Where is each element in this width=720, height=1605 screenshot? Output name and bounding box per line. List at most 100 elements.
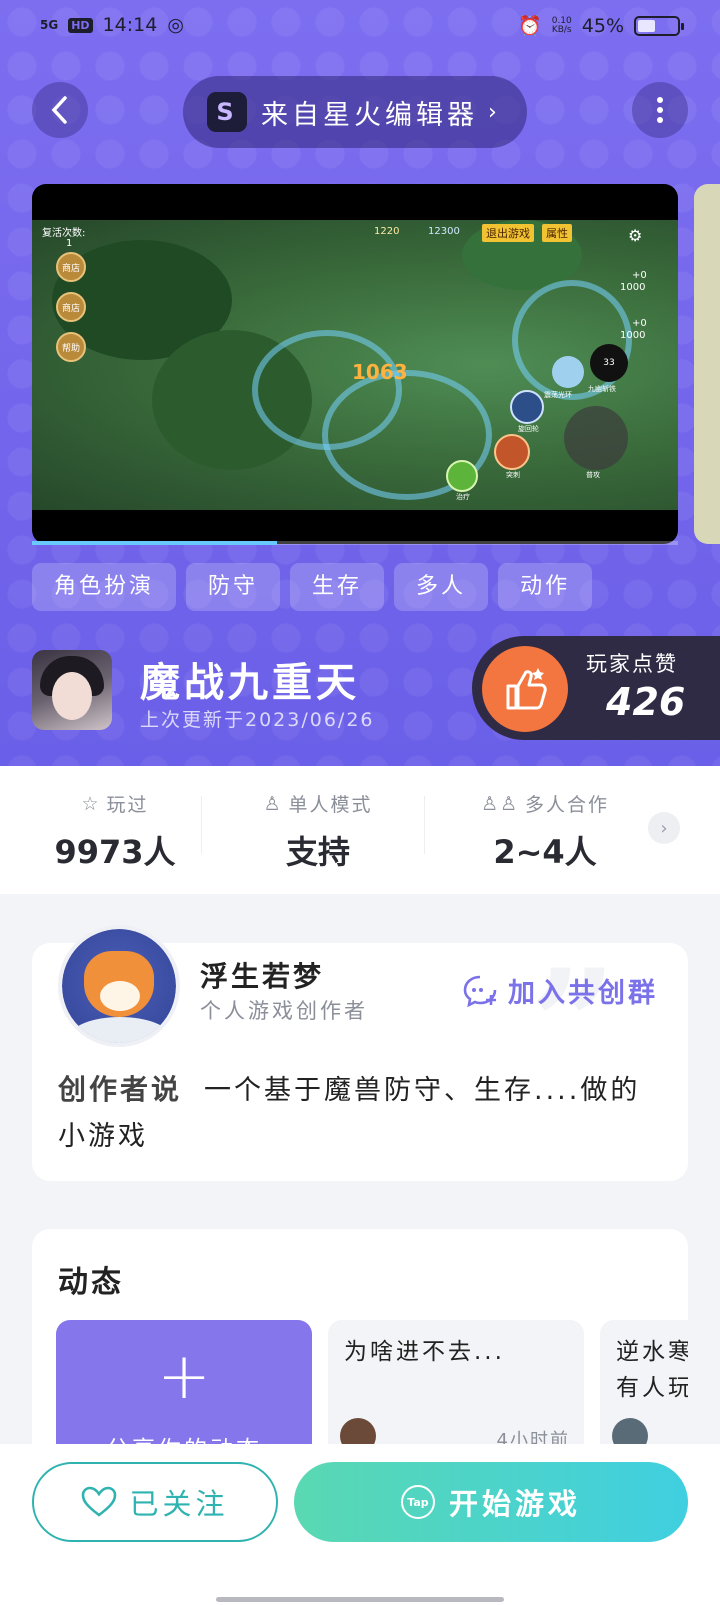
taptap-logo-icon: Tap (400, 1485, 435, 1519)
heart-check-icon (82, 1486, 117, 1517)
stats-bar: ☆ 玩过 9973人 ♙ 单人模式 支持 ♙♙ 多人合作 2~4人 › (0, 766, 720, 894)
skill-button (446, 460, 478, 492)
revive-count: 1 (66, 238, 73, 249)
stat-label: 玩过 (106, 794, 149, 816)
genre-tag[interactable]: 多人 (394, 563, 489, 611)
editor-source-pill[interactable]: S 来自星火编辑器 › (183, 76, 527, 148)
next-media-peek[interactable] (694, 184, 720, 544)
skill-button (510, 390, 544, 424)
feed-title: 动态 (58, 1265, 124, 1300)
player-likes[interactable]: 玩家点赞 426 (472, 636, 720, 740)
net-speed-unit: KB/s (551, 24, 572, 35)
stat-label: 单人模式 (288, 794, 373, 816)
bonus-value-b: 1000 (620, 330, 646, 341)
game-store-button: 商店 (56, 252, 86, 282)
divider (424, 796, 425, 854)
chevron-right-icon: › (488, 99, 501, 125)
creator-says: 创作者说 一个基于魔兽防守、生存....做的小游戏 (58, 1067, 664, 1160)
creator-says-label: 创作者说 (58, 1073, 183, 1106)
skill-a-label: 震荡光环 (544, 391, 572, 399)
icon-face (52, 672, 92, 720)
stat-label: 多人合作 (525, 794, 610, 816)
genre-tag[interactable]: 生存 (290, 563, 385, 611)
settings-gear-icon: ⚙ (628, 226, 643, 245)
alarm-icon: ⏰ (518, 15, 542, 37)
creator-avatar[interactable] (58, 925, 180, 1047)
skill-button (494, 434, 530, 470)
divider (201, 796, 202, 854)
skill-e-label: 普攻 (586, 471, 600, 479)
bonus-plus-a: +0 (632, 270, 647, 281)
stat-value: 支持 (285, 833, 350, 871)
chat-add-icon (463, 975, 497, 1007)
likes-count: 426 (606, 680, 686, 724)
battery-icon (634, 15, 684, 36)
damage-number: 1063 (352, 360, 408, 384)
start-game-button[interactable]: Tap 开始游戏 (294, 1462, 688, 1542)
skill-button (552, 356, 584, 388)
hero-section: 5G HD 14:14 ◎ ⏰ 0.10 KB/s 45% S 来自星火编辑器 › (0, 0, 720, 766)
stats-more-button[interactable]: › (648, 812, 680, 844)
skill-c-label: 突刺 (506, 471, 520, 479)
app-notification-icon: ◎ (167, 14, 184, 36)
revive-label: 复活次数: (42, 228, 86, 239)
genre-tags: 角色扮演 防守 生存 多人 动作 (32, 563, 593, 611)
battery-fill (638, 19, 656, 32)
stat-multiplayer: ♙♙ 多人合作 2~4人 (470, 790, 620, 873)
attack-button (564, 406, 628, 470)
avatar-muzzle (100, 981, 140, 1011)
bonus-plus-b: +0 (632, 318, 647, 329)
join-group-label: 加入共创群 (508, 978, 658, 1009)
star-icon: ☆ (81, 792, 101, 815)
follow-button[interactable]: 已关注 (32, 1462, 278, 1542)
genre-tag[interactable]: 防守 (186, 563, 281, 611)
gameplay-video[interactable]: 复活次数: 1 商店 商店 帮助 1220 12300 退出游戏 属性 ⚙ +0… (32, 184, 678, 544)
genre-tag[interactable]: 动作 (498, 563, 593, 611)
stat-played: ☆ 玩过 9973人 (50, 790, 180, 873)
video-progress[interactable] (32, 541, 678, 545)
group-icon: ♙♙ (480, 792, 520, 815)
back-button[interactable] (32, 82, 88, 138)
game-info: 魔战九重天 上次更新于2023/06/26 (32, 650, 472, 732)
skill-cooldown: 33 (590, 344, 628, 382)
bottom-action-bar: 已关注 Tap 开始游戏 (0, 1444, 720, 1605)
game-updated: 上次更新于2023/06/26 (140, 709, 375, 731)
attribute-tag: 属性 (542, 224, 572, 242)
plus-icon: + (157, 1340, 211, 1414)
start-game-label: 开始游戏 (448, 1487, 581, 1521)
gameplay-scene: 复活次数: 1 商店 商店 帮助 1220 12300 退出游戏 属性 ⚙ +0… (32, 220, 678, 510)
skill-d-label: 治疗 (456, 493, 470, 501)
game-title: 魔战九重天 (140, 660, 360, 706)
post-title: 逆水寒有人玩 (616, 1339, 688, 1401)
skill-label: 九幽斩铁 (588, 385, 616, 393)
video-progress-fill (32, 541, 278, 545)
person-icon: ♙ (263, 792, 283, 815)
stat-value: 9973人 (54, 833, 176, 871)
thumbs-up-icon (482, 646, 568, 732)
likes-label: 玩家点赞 (586, 652, 678, 676)
genre-tag[interactable]: 角色扮演 (32, 563, 177, 611)
battery-percent: 45% (581, 14, 624, 37)
home-indicator[interactable] (216, 1597, 504, 1602)
follow-label: 已关注 (129, 1487, 229, 1521)
exit-game-tag: 退出游戏 (482, 224, 534, 242)
back-arrow-icon (51, 96, 67, 124)
editor-logo-icon: S (207, 92, 247, 132)
more-menu-button[interactable] (632, 82, 688, 138)
creator-role: 个人游戏创作者 (200, 999, 368, 1023)
coins-a: 1220 (374, 226, 400, 237)
status-time: 14:14 (102, 14, 158, 36)
game-help-button: 帮助 (56, 332, 86, 362)
hd-badge: HD (68, 17, 93, 33)
stat-value: 2~4人 (493, 833, 597, 871)
more-vertical-icon (657, 97, 663, 123)
coins-b: 12300 (428, 226, 460, 237)
stat-single-mode: ♙ 单人模式 支持 (248, 790, 388, 873)
game-shop-button: 商店 (56, 292, 86, 322)
creator-name[interactable]: 浮生若梦 (200, 955, 324, 995)
bonus-value-a: 1000 (620, 282, 646, 293)
join-group-button[interactable]: 加入共创群 (462, 971, 658, 1010)
net-speed: 0.10 KB/s (551, 16, 572, 35)
network-indicator: 5G (40, 18, 59, 32)
game-icon (32, 650, 112, 730)
